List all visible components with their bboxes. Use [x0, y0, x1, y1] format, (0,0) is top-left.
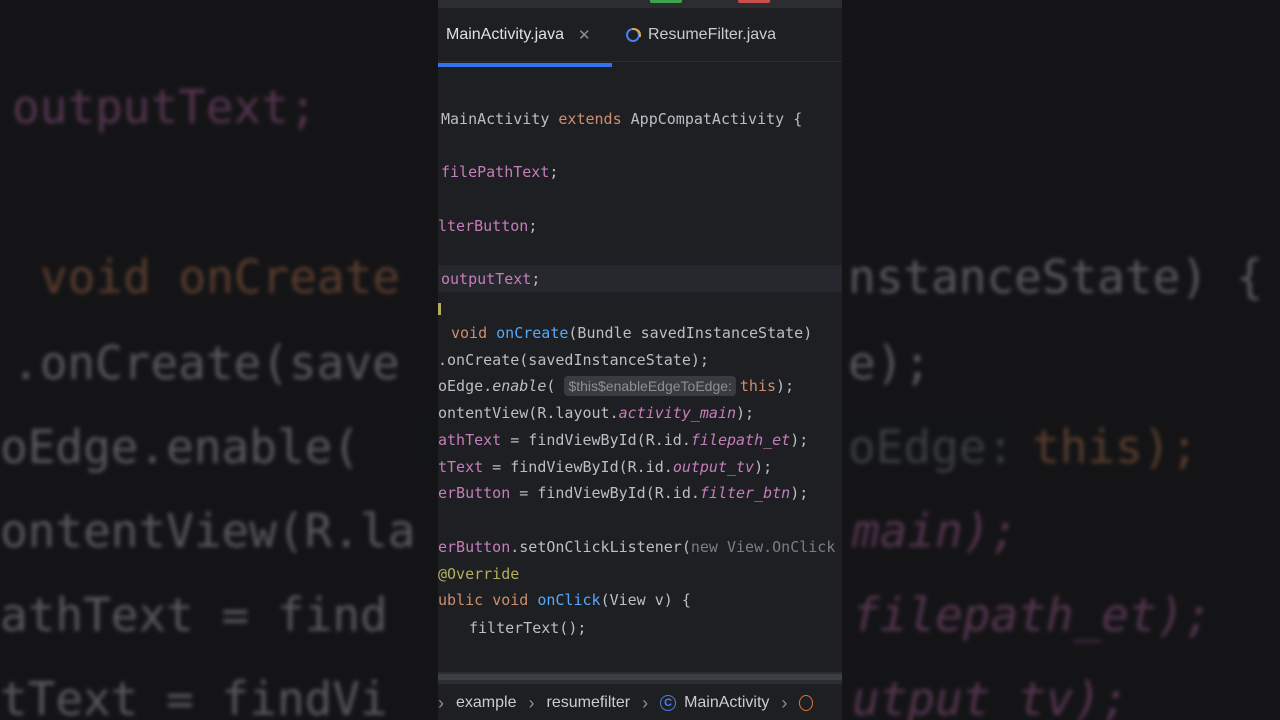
bg-text: nstanceState) { — [848, 250, 1264, 304]
bg-text: tText = findVi — [0, 672, 388, 720]
code-line: athText = findViewById(R.id.filepath_et)… — [438, 431, 809, 449]
editor-tab-bar: MainActivity.java ✕ ResumeFilter.java — [438, 8, 842, 67]
code-line: void onCreate(Bundle savedInstanceState) — [451, 324, 813, 342]
code-area[interactable]: MainActivity extends AppCompatActivity {… — [438, 62, 842, 672]
bg-text: this); — [1032, 420, 1199, 474]
title-strip — [438, 0, 842, 8]
tab-resume-filter[interactable]: ResumeFilter.java — [626, 8, 776, 61]
bg-text: main); — [852, 504, 1019, 558]
bg-text: e); — [848, 336, 932, 390]
gutter-annotation-marker — [438, 303, 441, 315]
scrollbar-thumb[interactable] — [438, 674, 842, 680]
inlay-hint: $this$enableEdgeToEdge: — [564, 376, 736, 396]
code-line: .onCreate(savedInstanceState); — [438, 351, 709, 369]
bg-text: filepath_et); — [852, 588, 1213, 642]
code-line: ublic void onClick(View v) { — [438, 591, 691, 609]
breadcrumb-item-resumefilter[interactable]: resumefilter — [546, 694, 630, 712]
code-line: filePathText; — [441, 163, 559, 181]
horizontal-scrollbar[interactable] — [438, 672, 842, 684]
breadcrumb-item-mainactivity[interactable]: MainActivity — [684, 694, 769, 712]
bg-text: utput_tv); — [852, 672, 1129, 720]
code-line: tText = findViewById(R.id.output_tv); — [438, 458, 773, 476]
bg-text: .onCreate(save — [12, 336, 400, 390]
stop-indicator — [738, 0, 770, 3]
breadcrumb-item-example[interactable]: example — [456, 694, 516, 712]
code-line: outputText; — [441, 270, 541, 288]
tab-label: ResumeFilter.java — [648, 25, 777, 43]
bg-text: oEdge.enable( — [0, 420, 361, 474]
breadcrumb-separator: › — [438, 692, 444, 713]
bg-text: void onCreate — [40, 250, 401, 304]
close-icon[interactable]: ✕ — [578, 26, 591, 44]
breadcrumb-separator: › — [781, 692, 788, 713]
code-line: filterText(); — [469, 619, 587, 637]
code-line: erButton.setOnClickListener(new View.OnC… — [438, 538, 836, 556]
code-editor: MainActivity.java ✕ ResumeFilter.java Ma… — [438, 0, 842, 720]
code-line: erButton = findViewById(R.id.filter_btn)… — [438, 484, 809, 502]
code-line: @Override — [438, 565, 520, 583]
bg-text: oEdge: — [848, 420, 1015, 474]
java-file-icon — [626, 27, 641, 42]
bg-text: outputText; — [12, 80, 317, 134]
tab-label: MainActivity.java — [446, 25, 564, 43]
method-icon — [799, 695, 814, 711]
code-line: ontentView(R.layout.activity_main); — [438, 404, 755, 422]
code-line: MainActivity extends AppCompatActivity { — [441, 110, 803, 128]
bg-text: ontentView(R.la — [0, 504, 416, 558]
code-line: oEdge.enable( $this$enableEdgeToEdge: thi… — [438, 376, 795, 396]
class-icon: C — [660, 695, 677, 711]
breadcrumb: › example › resumefilter › C MainActivit… — [438, 686, 842, 720]
breadcrumb-separator: › — [642, 692, 649, 713]
breadcrumb-separator: › — [528, 692, 535, 713]
bg-text: athText = find — [0, 588, 388, 642]
code-line: lterButton; — [438, 217, 538, 235]
run-indicator — [650, 0, 682, 3]
tab-main-activity[interactable]: MainActivity.java ✕ — [446, 8, 591, 61]
